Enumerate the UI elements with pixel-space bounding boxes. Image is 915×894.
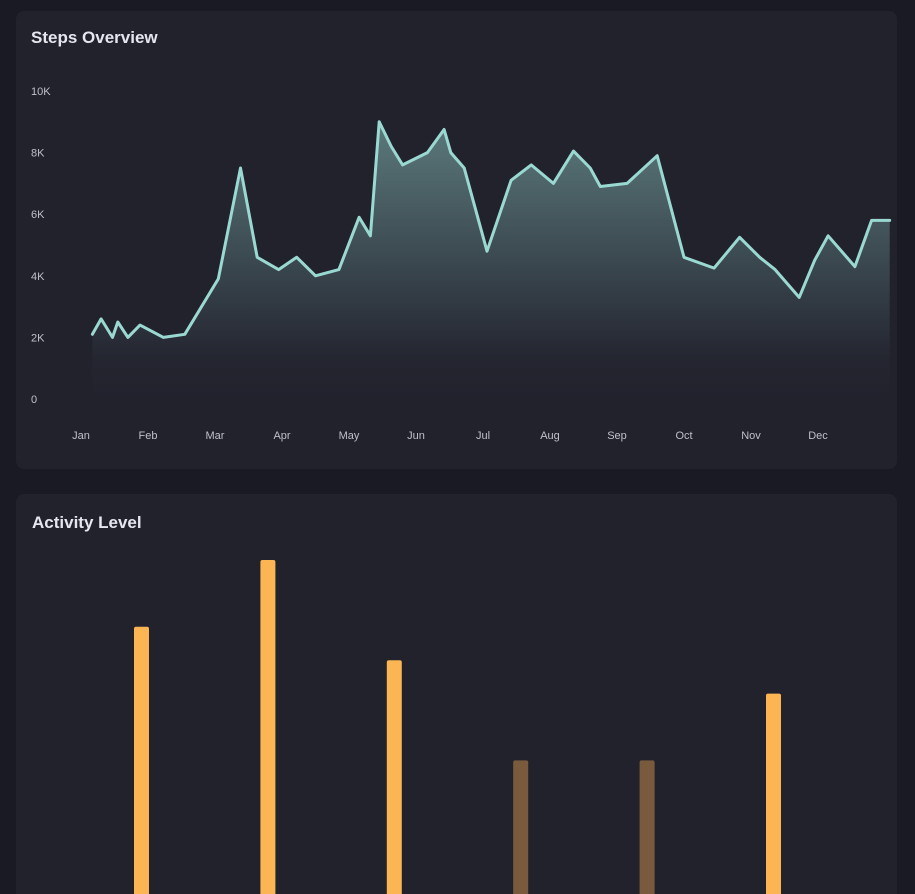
y-tick-label: 6K xyxy=(31,209,45,221)
x-tick-label: Jun xyxy=(407,430,425,442)
x-tick-label: Feb xyxy=(139,430,158,442)
y-tick-label: 8K xyxy=(31,148,45,160)
activity-bar-chart xyxy=(134,560,781,894)
steps-area-chart: 10K 8K 6K 4K 2K 0 Jan Feb Mar Apr May Jun Jul Aug Sep… xyxy=(31,86,892,442)
x-tick-label: May xyxy=(339,430,360,442)
x-tick-label: Jul xyxy=(476,430,490,442)
activity-bar xyxy=(513,760,529,894)
activity-bar xyxy=(766,693,781,894)
y-tick-label: 10K xyxy=(31,86,51,98)
activity-level-card: Activity Level xyxy=(16,494,897,894)
activity-bar xyxy=(134,626,149,894)
x-tick-label: Mar xyxy=(206,430,225,442)
x-tick-label: Apr xyxy=(273,430,290,442)
x-tick-label: Sep xyxy=(607,430,627,442)
x-tick-label: Dec xyxy=(808,430,828,442)
y-tick-label: 2K xyxy=(31,332,45,344)
activity-bar xyxy=(260,560,276,894)
steps-overview-card: Steps Overview 10K 8K 6K 4K 2K 0 Jan Feb Mar Apr… xyxy=(16,11,897,469)
steps-area-fill xyxy=(92,121,890,400)
activity-bar xyxy=(386,660,402,894)
x-tick-label: Oct xyxy=(675,430,692,442)
y-tick-label: 4K xyxy=(31,271,45,283)
x-tick-label: Jan xyxy=(72,430,90,442)
activity-bar xyxy=(639,760,655,894)
x-tick-label: Aug xyxy=(540,430,560,442)
x-tick-label: Nov xyxy=(741,430,761,442)
y-tick-label: 0 xyxy=(31,394,37,406)
